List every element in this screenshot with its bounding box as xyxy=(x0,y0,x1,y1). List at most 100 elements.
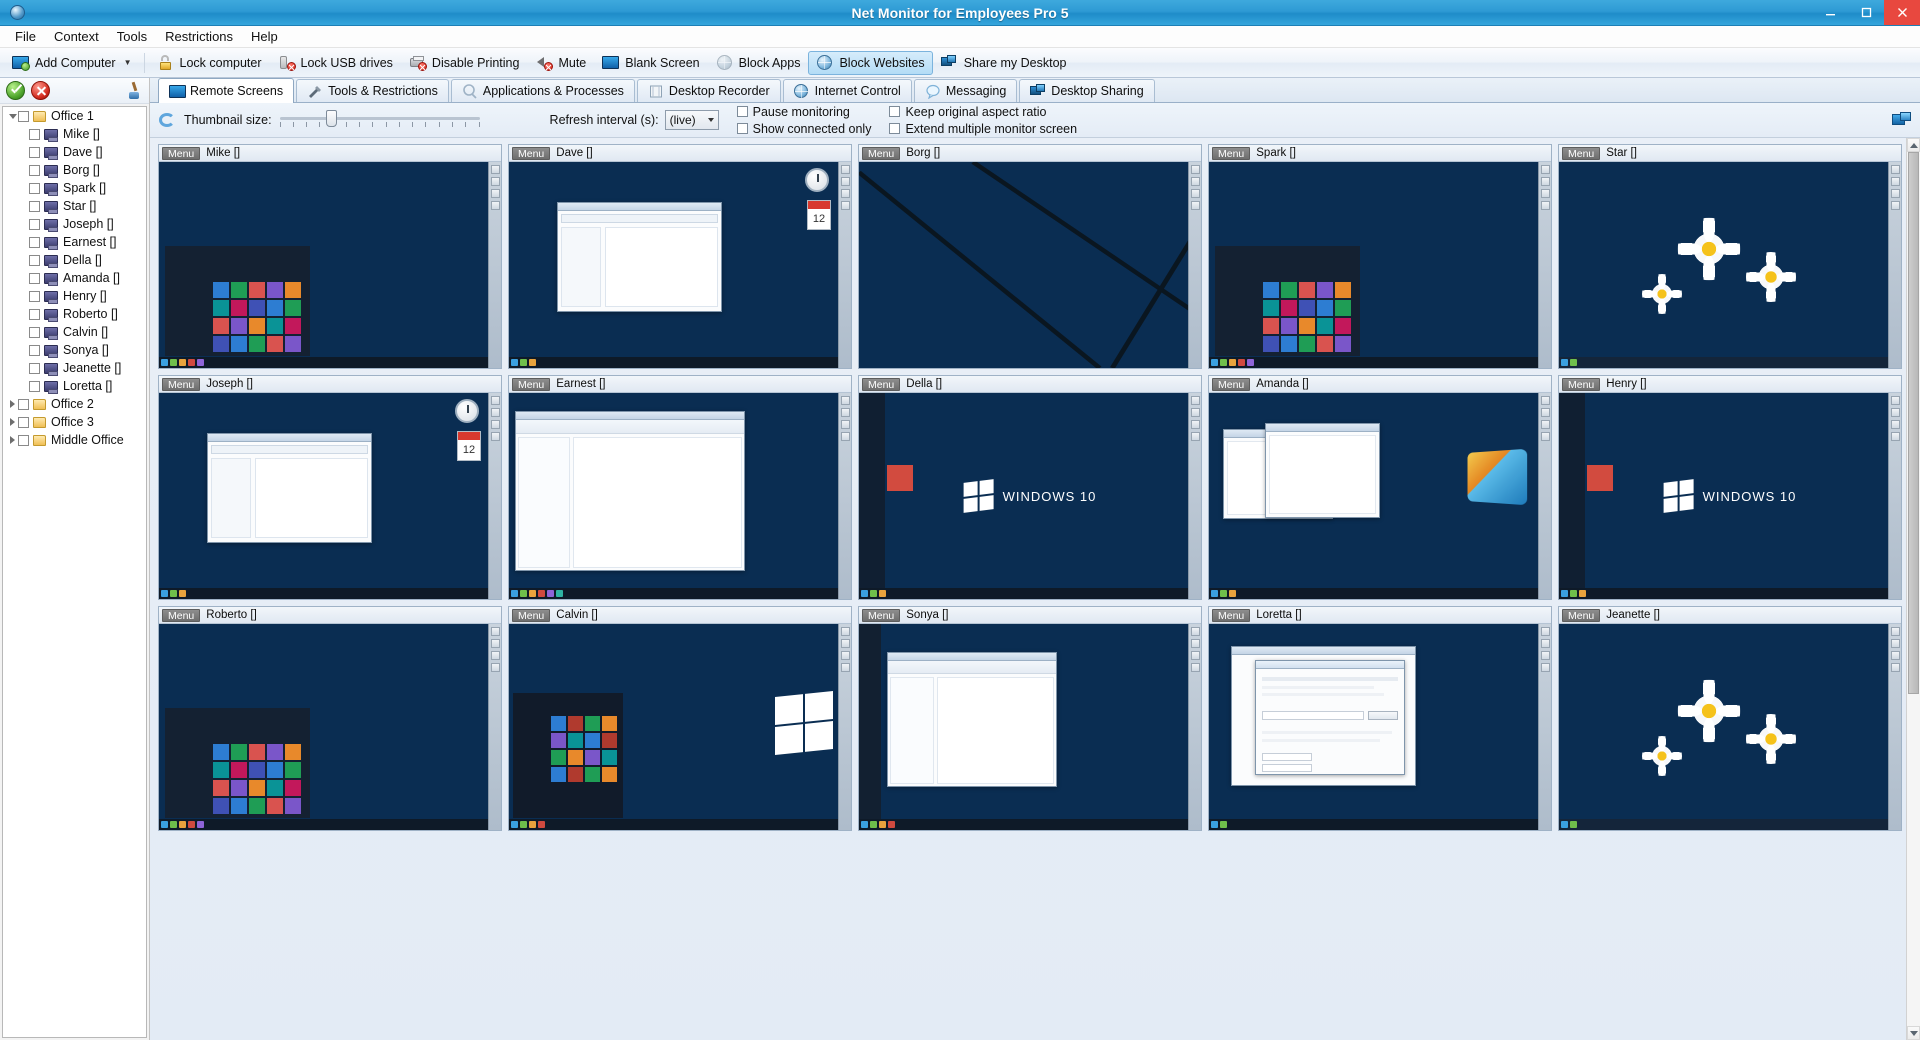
tree-computer-dave[interactable]: Dave [] xyxy=(3,143,146,161)
thumbnail-menu-button[interactable]: Menu xyxy=(162,609,200,622)
camera-icon[interactable] xyxy=(1541,189,1550,198)
tree-checkbox[interactable] xyxy=(29,201,40,212)
tree-checkbox[interactable] xyxy=(18,399,29,410)
thumbnail-menu-button[interactable]: Menu xyxy=(862,147,900,160)
desktop-sharing-corner-icon[interactable] xyxy=(1892,112,1912,128)
toolbar-mute-button[interactable]: Mute xyxy=(527,51,594,75)
mouse-icon[interactable] xyxy=(491,639,500,648)
remote-screen-preview[interactable] xyxy=(509,624,851,830)
tree-computer-earnest[interactable]: Earnest [] xyxy=(3,233,146,251)
tree-group-middle-office[interactable]: Middle Office xyxy=(3,431,146,449)
thumbnail-side-toolbar[interactable] xyxy=(488,393,501,599)
computer-tree[interactable]: Office 1Mike []Dave []Borg []Spark []Sta… xyxy=(2,106,147,1038)
thumbnail-side-toolbar[interactable] xyxy=(1888,624,1901,830)
thumbnail-menu-button[interactable]: Menu xyxy=(1212,378,1250,391)
scroll-down-button[interactable] xyxy=(1907,1026,1920,1040)
tab-internet-control[interactable]: Internet Control xyxy=(783,79,912,102)
tree-computer-roberto[interactable]: Roberto [] xyxy=(3,305,146,323)
toolbar-block-apps-button[interactable]: Block Apps xyxy=(708,51,809,75)
camera-icon[interactable] xyxy=(1191,189,1200,198)
remote-screen-preview[interactable] xyxy=(1209,162,1551,368)
tree-computer-jeanette[interactable]: Jeanette [] xyxy=(3,359,146,377)
tree-checkbox[interactable] xyxy=(29,327,40,338)
remote-screen-preview[interactable]: WINDOWS 10 xyxy=(1559,393,1901,599)
toolbar-lock-computer-button[interactable]: Lock computer xyxy=(149,51,270,75)
thumbnail-menu-button[interactable]: Menu xyxy=(512,378,550,391)
thumbnail-side-toolbar[interactable] xyxy=(1538,393,1551,599)
toolbar-share-desktop-button[interactable]: Share my Desktop xyxy=(933,51,1075,75)
tree-checkbox[interactable] xyxy=(18,435,29,446)
mouse-icon[interactable] xyxy=(1891,408,1900,417)
keyboard-icon[interactable] xyxy=(1891,627,1900,636)
tree-checkbox[interactable] xyxy=(29,165,40,176)
menu-item-help[interactable]: Help xyxy=(242,27,287,46)
tree-checkbox[interactable] xyxy=(29,129,40,140)
thumbnail-della[interactable]: MenuDella []WINDOWS 10 xyxy=(858,375,1202,600)
thumbnail-menu-button[interactable]: Menu xyxy=(862,609,900,622)
camera-icon[interactable] xyxy=(1191,420,1200,429)
checkbox-box[interactable] xyxy=(889,106,900,117)
tree-checkbox[interactable] xyxy=(29,147,40,158)
power-icon[interactable] xyxy=(841,663,850,672)
mouse-icon[interactable] xyxy=(1191,408,1200,417)
power-icon[interactable] xyxy=(491,201,500,210)
slider-knob[interactable] xyxy=(326,110,337,127)
scrollbar-thumb[interactable] xyxy=(1908,152,1919,694)
vertical-scrollbar[interactable] xyxy=(1906,138,1920,1040)
remote-screen-preview[interactable] xyxy=(1209,393,1551,599)
tree-checkbox[interactable] xyxy=(29,219,40,230)
thumbnail-star[interactable]: MenuStar [] xyxy=(1558,144,1902,369)
thumbnail-joseph[interactable]: MenuJoseph []12 xyxy=(158,375,502,600)
thumbnail-mike[interactable]: MenuMike [] xyxy=(158,144,502,369)
tree-computer-calvin[interactable]: Calvin [] xyxy=(3,323,146,341)
tab-desktop-recorder[interactable]: Desktop Recorder xyxy=(637,79,781,102)
thumbnail-dave[interactable]: MenuDave []12 xyxy=(508,144,852,369)
thumbnail-side-toolbar[interactable] xyxy=(1538,624,1551,830)
mouse-icon[interactable] xyxy=(1891,639,1900,648)
thumbnail-side-toolbar[interactable] xyxy=(838,393,851,599)
remote-screen-preview[interactable] xyxy=(1559,162,1901,368)
tree-checkbox[interactable] xyxy=(29,237,40,248)
keyboard-icon[interactable] xyxy=(491,165,500,174)
camera-icon[interactable] xyxy=(1891,420,1900,429)
power-icon[interactable] xyxy=(841,201,850,210)
power-icon[interactable] xyxy=(1891,201,1900,210)
tab-messaging[interactable]: Messaging xyxy=(914,79,1017,102)
checkbox-show-connected-only[interactable]: Show connected only xyxy=(737,122,872,136)
thumbnail-side-toolbar[interactable] xyxy=(838,624,851,830)
thumbnail-sonya[interactable]: MenuSonya [] xyxy=(858,606,1202,831)
remote-screen-preview[interactable] xyxy=(1209,624,1551,830)
mouse-icon[interactable] xyxy=(1541,177,1550,186)
keyboard-icon[interactable] xyxy=(1891,165,1900,174)
tree-group-office-2[interactable]: Office 2 xyxy=(3,395,146,413)
remote-screen-preview[interactable] xyxy=(859,162,1201,368)
power-icon[interactable] xyxy=(1191,201,1200,210)
thumbnail-side-toolbar[interactable] xyxy=(488,624,501,830)
mouse-icon[interactable] xyxy=(841,408,850,417)
camera-icon[interactable] xyxy=(841,651,850,660)
power-icon[interactable] xyxy=(1541,663,1550,672)
remote-screen-preview[interactable]: WINDOWS 10 xyxy=(859,393,1201,599)
camera-icon[interactable] xyxy=(841,420,850,429)
thumbnail-roberto[interactable]: MenuRoberto [] xyxy=(158,606,502,831)
camera-icon[interactable] xyxy=(841,189,850,198)
keyboard-icon[interactable] xyxy=(1541,165,1550,174)
mouse-icon[interactable] xyxy=(841,177,850,186)
tree-checkbox[interactable] xyxy=(18,111,29,122)
mouse-icon[interactable] xyxy=(841,639,850,648)
thumbnail-menu-button[interactable]: Menu xyxy=(1212,147,1250,160)
thumbnail-size-slider[interactable] xyxy=(280,110,480,130)
tree-computer-joseph[interactable]: Joseph [] xyxy=(3,215,146,233)
brush-icon[interactable] xyxy=(127,82,143,100)
power-icon[interactable] xyxy=(1891,663,1900,672)
power-icon[interactable] xyxy=(1541,432,1550,441)
thumbnail-loretta[interactable]: MenuLoretta [] xyxy=(1208,606,1552,831)
camera-icon[interactable] xyxy=(1541,420,1550,429)
tree-computer-amanda[interactable]: Amanda [] xyxy=(3,269,146,287)
power-icon[interactable] xyxy=(1541,201,1550,210)
mouse-icon[interactable] xyxy=(1191,639,1200,648)
thumbnail-side-toolbar[interactable] xyxy=(1188,624,1201,830)
remote-screen-preview[interactable] xyxy=(859,624,1201,830)
mouse-icon[interactable] xyxy=(491,177,500,186)
tree-group-office-1[interactable]: Office 1 xyxy=(3,107,146,125)
